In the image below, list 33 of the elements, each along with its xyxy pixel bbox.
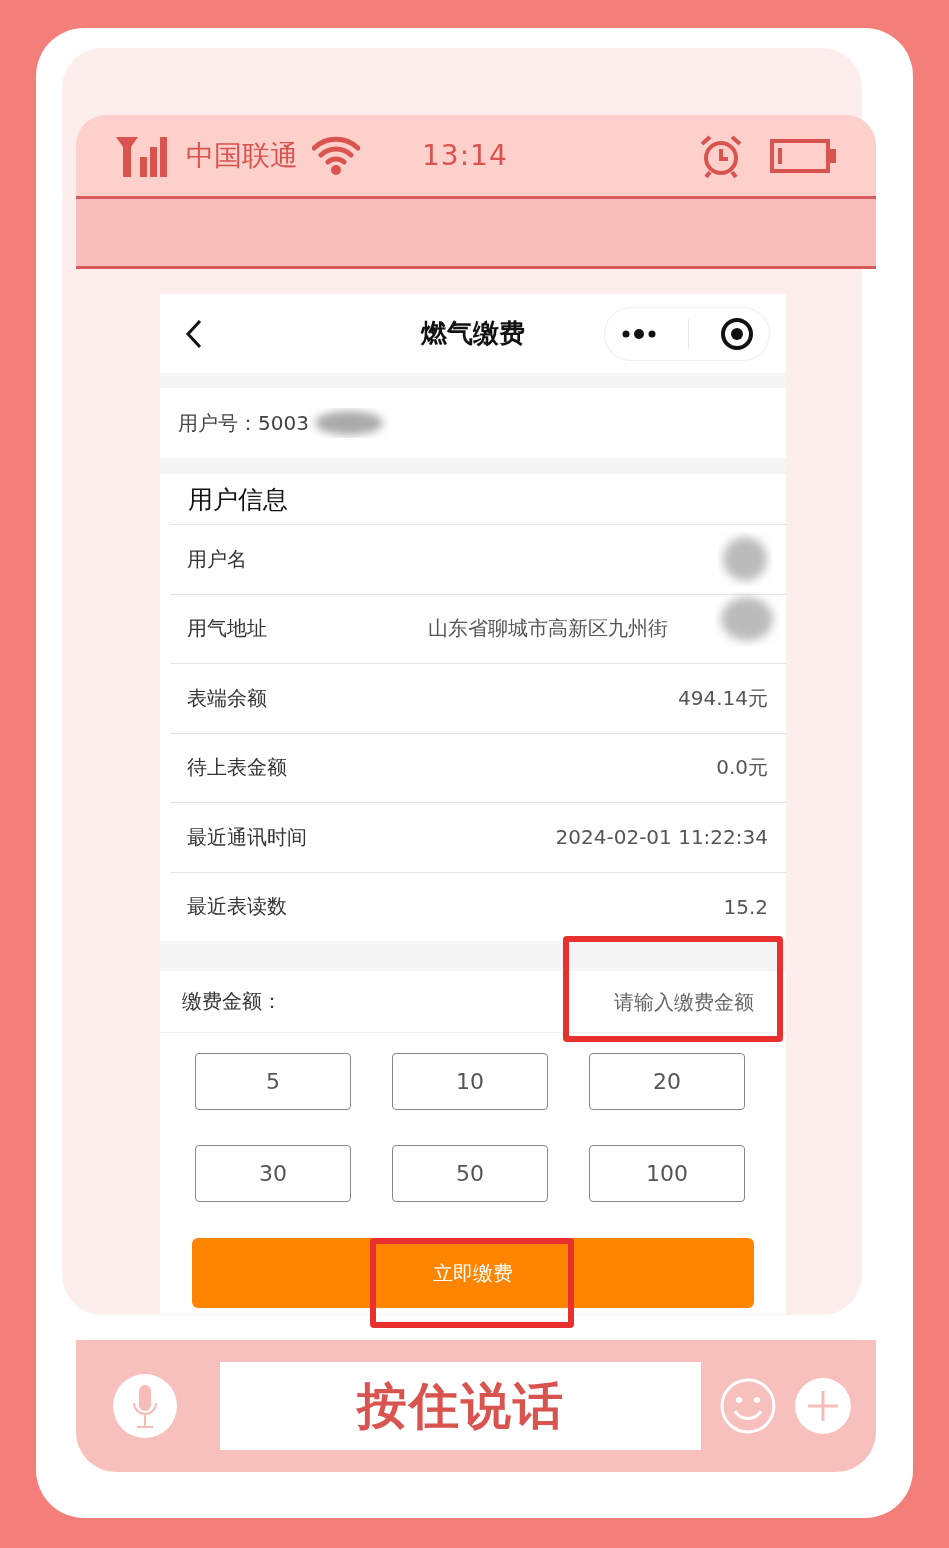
field-label: 最近表读数 (187, 893, 287, 921)
field-value: 山东省聊城市高新区九州街 (428, 615, 668, 643)
battery-icon (770, 138, 836, 173)
amount-option[interactable]: 100 (589, 1145, 745, 1202)
field-value: 0.0元 (716, 754, 768, 782)
target-icon[interactable] (719, 317, 754, 351)
field-value: 2024-02-01 11:22:34 (555, 825, 768, 850)
clock-time: 13:14 (422, 139, 508, 172)
amount-option[interactable]: 5 (195, 1053, 351, 1110)
signal-icon (116, 134, 168, 177)
field-label: 待上表金额 (187, 754, 287, 782)
wifi-icon (312, 135, 360, 176)
amount-option[interactable]: 10 (392, 1053, 548, 1110)
section-title: 用户信息 (187, 483, 289, 516)
field-value: 494.14元 (678, 684, 768, 712)
hold-to-talk-button[interactable]: 按住说话 (219, 1362, 702, 1450)
amount-option[interactable]: 20 (589, 1053, 745, 1110)
amount-option[interactable]: 30 (195, 1145, 351, 1202)
carrier-name: 中国联通 (186, 137, 298, 174)
account-number: 用户号：5003 (178, 409, 309, 437)
more-icon[interactable] (620, 328, 657, 340)
field-label: 用气地址 (187, 615, 267, 643)
back-icon[interactable] (184, 318, 204, 349)
microphone-icon (130, 1383, 159, 1429)
field-value: 15.2 (723, 894, 768, 919)
page-title: 燃气缴费 (419, 317, 526, 350)
field-label: 用户名 (187, 545, 247, 573)
field-label: 最近通讯时间 (187, 823, 307, 851)
amount-option[interactable]: 50 (392, 1145, 548, 1202)
amount-label: 缴费金额： (182, 988, 282, 1015)
field-label: 表端余额 (187, 684, 267, 712)
capsule-menu[interactable] (604, 307, 770, 361)
alarm-clock-icon (698, 133, 744, 178)
